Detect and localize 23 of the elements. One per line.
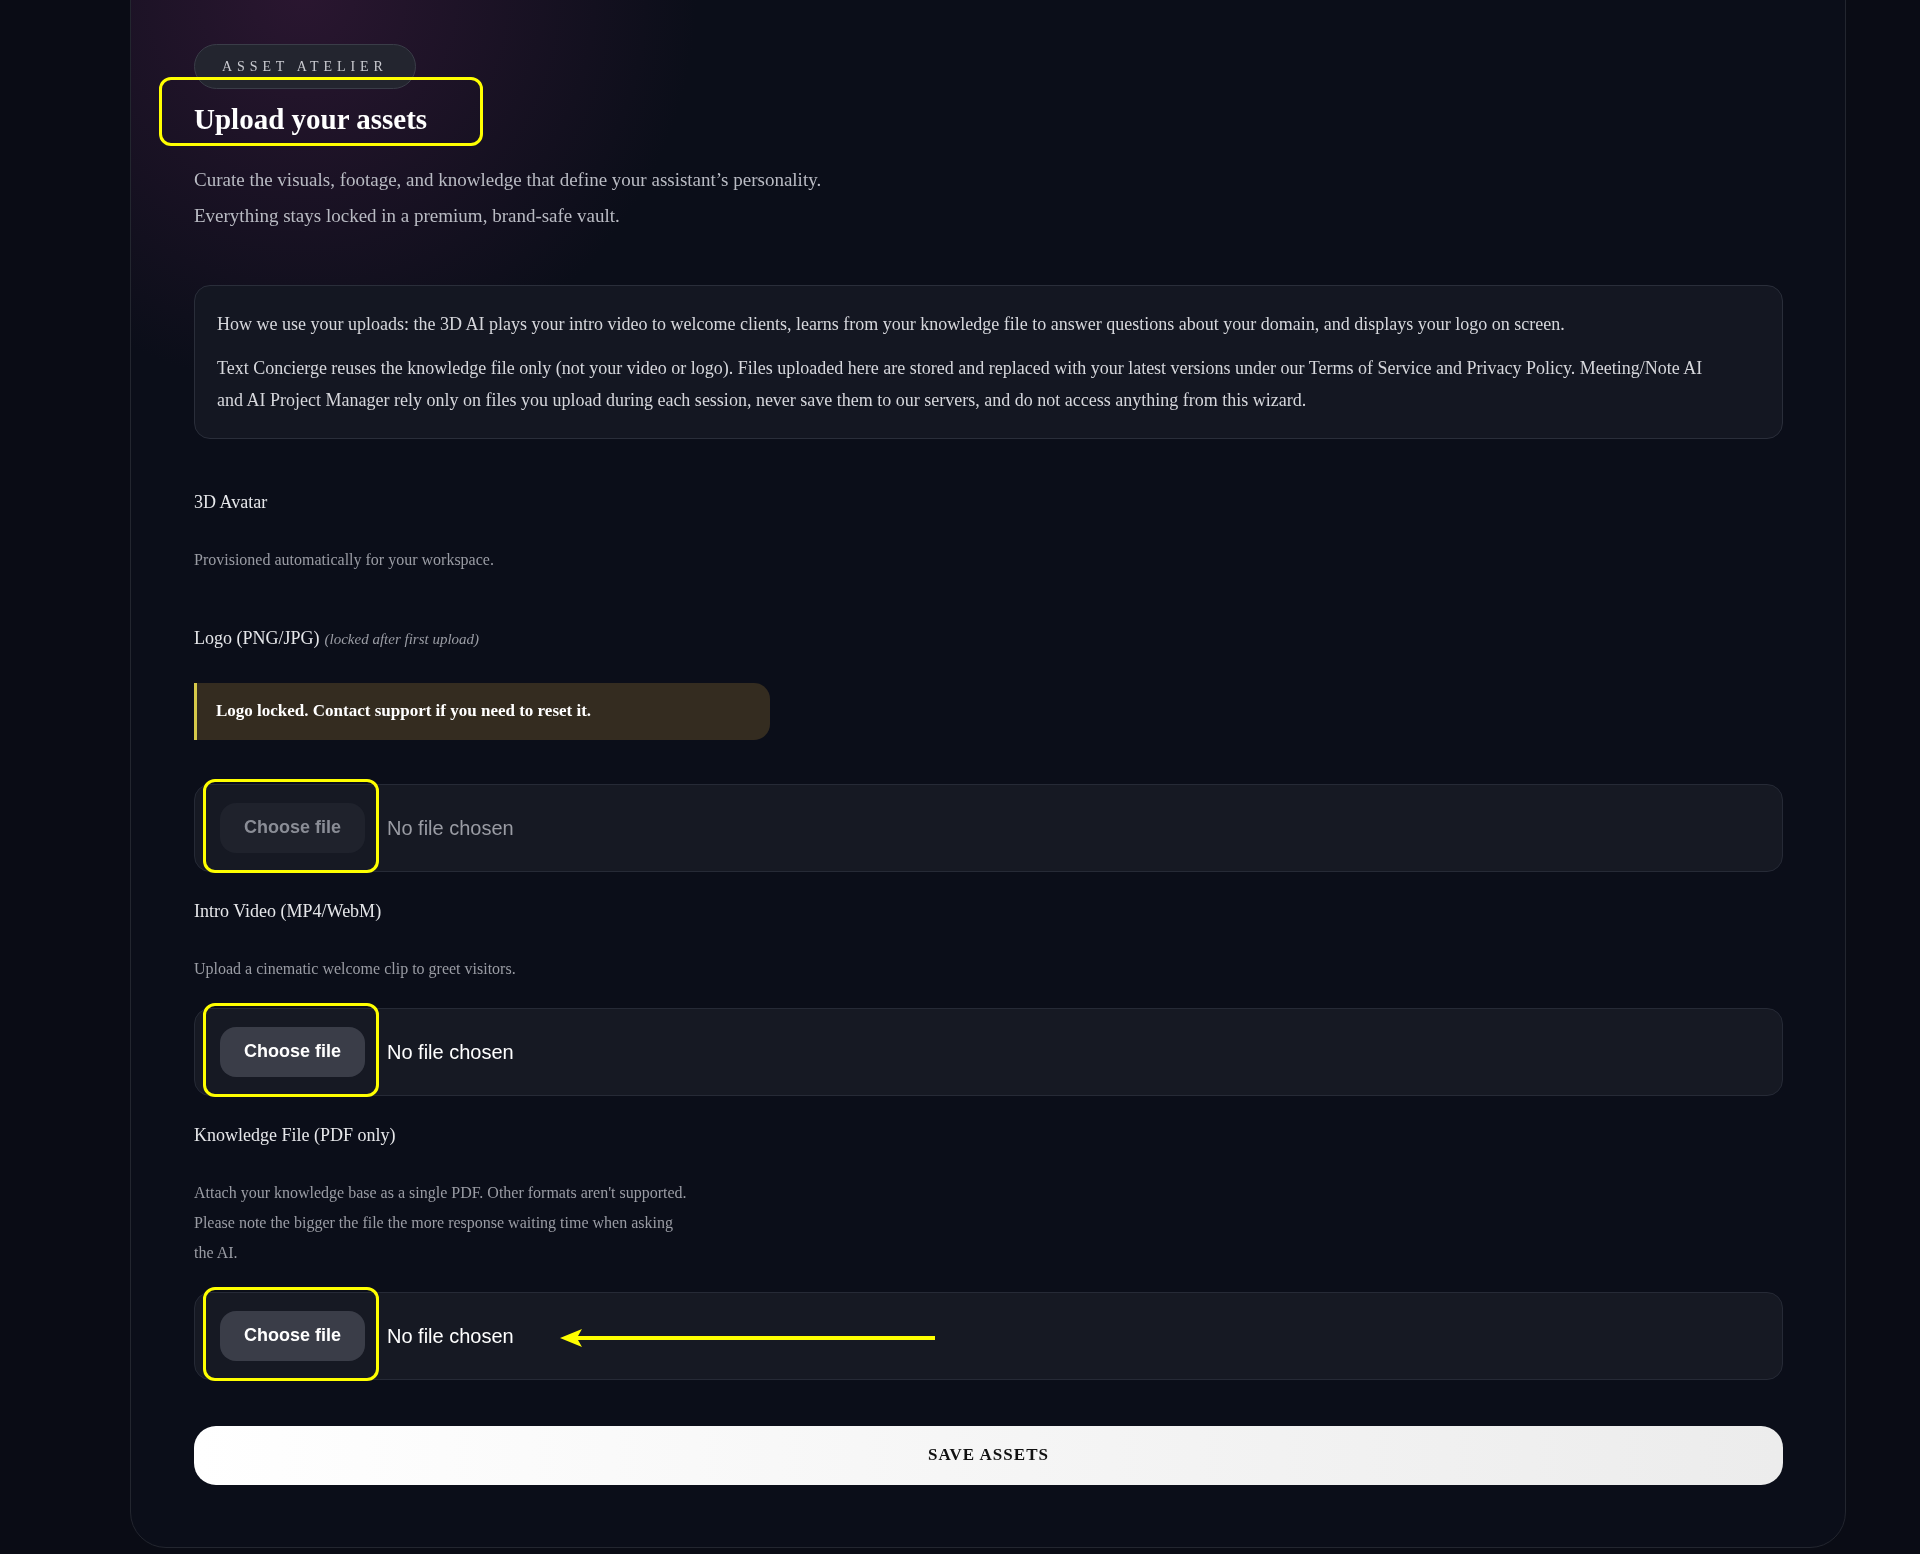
field-label: Logo (PNG/JPG) <box>194 626 320 650</box>
field-description: Attach your knowledge base as a single PDF. Other formats aren't supported. <box>194 1182 688 1204</box>
intro-text: Everything stays locked in a premium, brand-safe vault. <box>194 203 621 228</box>
field-description: Please note the bigger the file the more response waiting time when asking <box>194 1212 674 1234</box>
warning-banner: Logo locked. Contact support if you need to reset it. <box>194 682 770 740</box>
page-heading: Upload your assets <box>194 102 428 137</box>
file-status: No file chosen <box>387 1039 514 1065</box>
intro-text: Curate the visuals, footage, and knowledge that define your assistant’s personality. <box>194 167 823 192</box>
save-assets-button[interactable]: SAVE ASSETS <box>194 1425 1783 1485</box>
field-label: Intro Video (MP4/WebM) <box>194 899 382 923</box>
field-description: the AI. <box>194 1242 239 1263</box>
field-label: 3D Avatar <box>194 490 268 514</box>
field-description: Provisioned automatically for your workspace. <box>194 549 495 571</box>
field-label: Knowledge File (PDF only) <box>194 1123 396 1147</box>
field-note: (locked after first upload) <box>324 629 480 649</box>
file-status: No file chosen <box>387 815 514 841</box>
file-status: No file chosen <box>387 1323 514 1349</box>
section-badge: ASSET ATELIER <box>194 44 416 89</box>
info-text: How we use your uploads: the 3D AI plays your intro video to welcome clients, learns from your knowledge file to answer questions about your domain, and displays your logo on screen. <box>217 312 1566 336</box>
choose-file-button[interactable]: Choose file <box>220 1310 365 1361</box>
field-description: Upload a cinematic welcome clip to greet visitors. <box>194 958 517 980</box>
choose-file-button[interactable]: Choose file <box>220 1026 365 1077</box>
info-text: Text Concierge reuses the knowledge file only (not your video or logo). Files uploaded here are stored and replaced with your latest versions under our Terms of Service and Privacy Policy. Meeting/Note AI and AI Project Manager rely only on files you upload during each session, never save them to our servers, and do not access anything from this wizard. <box>217 356 1704 412</box>
